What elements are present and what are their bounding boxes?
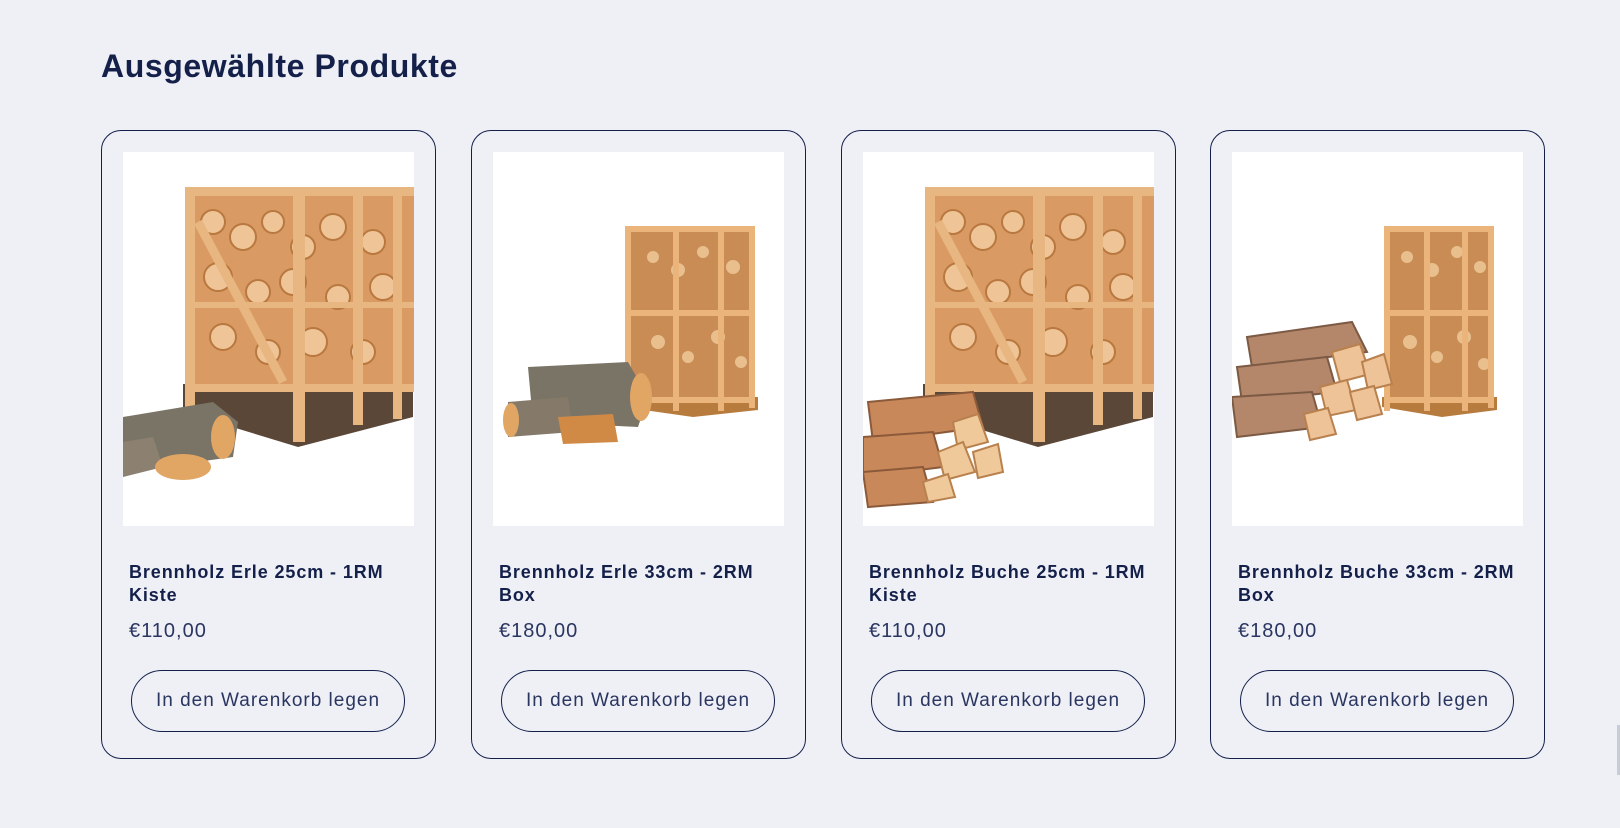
product-card: Brennholz Buche 25cm - 1RM Kiste €110,00…: [841, 130, 1176, 759]
product-card: Brennholz Erle 33cm - 2RM Box €180,00 In…: [471, 130, 806, 759]
product-image[interactable]: [1232, 152, 1523, 526]
firewood-crate-image: [863, 152, 1154, 526]
add-to-cart-button[interactable]: In den Warenkorb legen: [501, 670, 775, 732]
product-name[interactable]: Brennholz Erle 25cm - 1RM Kiste: [129, 561, 419, 607]
product-price: €110,00: [869, 620, 947, 642]
product-image[interactable]: [123, 152, 414, 526]
product-name[interactable]: Brennholz Buche 33cm - 2RM Box: [1238, 561, 1528, 607]
product-image[interactable]: [493, 152, 784, 526]
product-price: €180,00: [499, 620, 579, 642]
product-price: €180,00: [1238, 620, 1318, 642]
product-name[interactable]: Brennholz Buche 25cm - 1RM Kiste: [869, 561, 1159, 607]
firewood-crate-image: [123, 152, 414, 526]
product-name[interactable]: Brennholz Erle 33cm - 2RM Box: [499, 561, 789, 607]
section-title: Ausgewählte Produkte: [101, 48, 458, 84]
product-card: Brennholz Erle 25cm - 1RM Kiste €110,00 …: [101, 130, 436, 759]
add-to-cart-button[interactable]: In den Warenkorb legen: [1240, 670, 1514, 732]
product-grid: Brennholz Erle 25cm - 1RM Kiste €110,00 …: [101, 130, 1545, 759]
firewood-crate-image: [493, 152, 784, 526]
product-image[interactable]: [863, 152, 1154, 526]
firewood-crate-image: [1232, 152, 1523, 526]
add-to-cart-button[interactable]: In den Warenkorb legen: [871, 670, 1145, 732]
add-to-cart-button[interactable]: In den Warenkorb legen: [131, 670, 405, 732]
product-price: €110,00: [129, 620, 207, 642]
product-card: Brennholz Buche 33cm - 2RM Box €180,00 I…: [1210, 130, 1545, 759]
